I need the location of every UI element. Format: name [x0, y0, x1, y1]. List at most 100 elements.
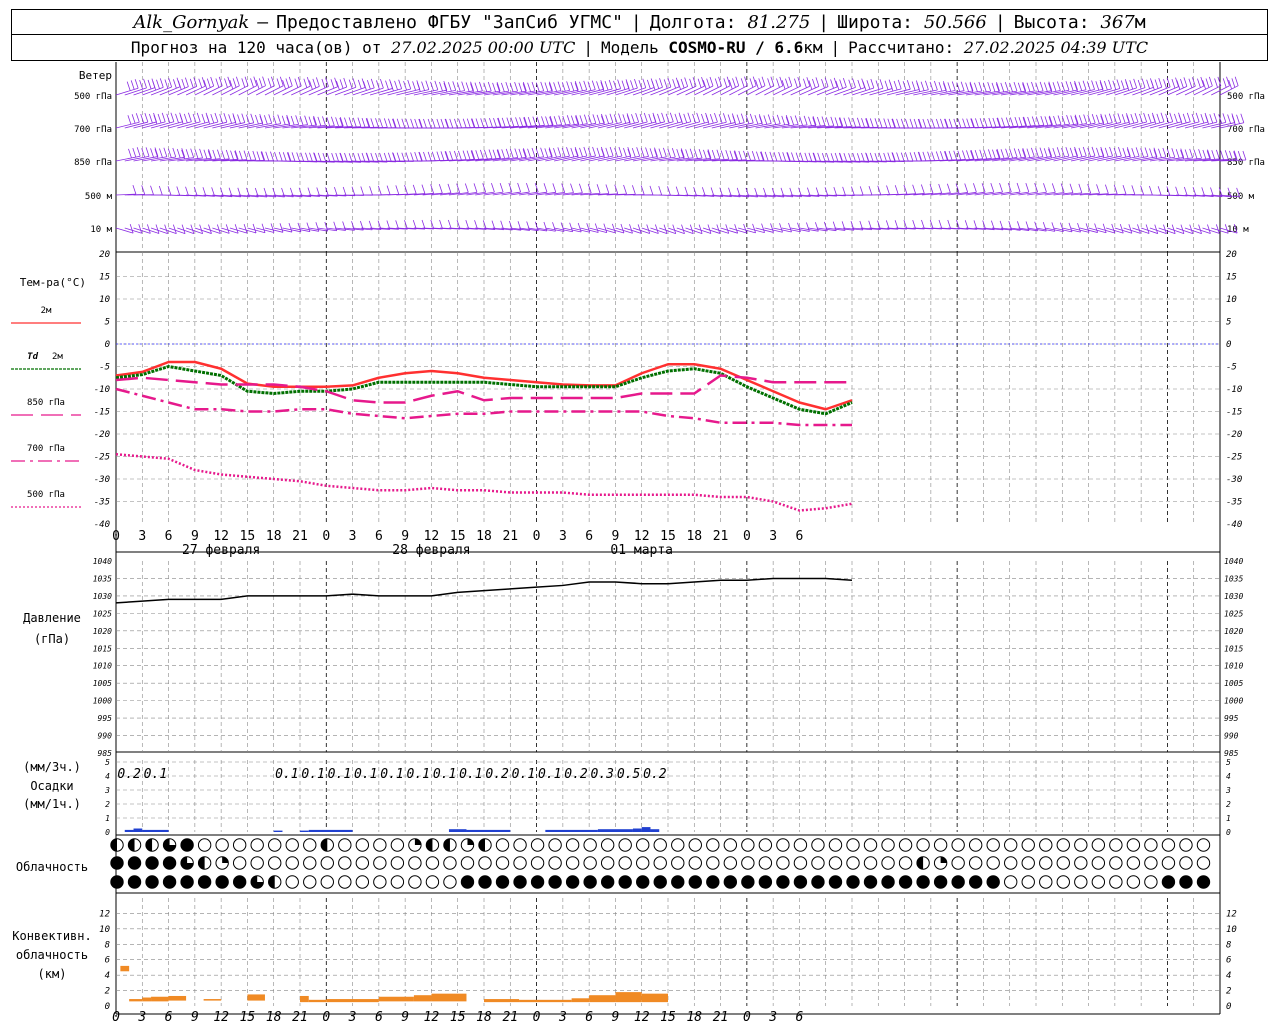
- wind-barb-flag: [375, 118, 379, 128]
- wind-barb-flag: [634, 78, 638, 89]
- hour-tick-bottom: 0: [112, 1010, 120, 1024]
- wind-barb-flag: [687, 112, 692, 122]
- wind-barb-flag: [745, 114, 750, 124]
- wind-barb-flag: [370, 118, 375, 128]
- convective-bar: [308, 999, 327, 1003]
- wind-barb-flag: [596, 81, 600, 91]
- wind-barb-shaft: [711, 85, 731, 96]
- wind-barb-flag: [135, 113, 140, 123]
- cloud-symbol: [776, 856, 790, 870]
- wind-barb-flag: [419, 118, 423, 129]
- hour-tick-bottom: 12: [213, 1010, 229, 1024]
- wind-barb-flag: [716, 149, 721, 159]
- cloud-fill: [198, 856, 205, 870]
- wind-barb-flag: [603, 223, 608, 233]
- wind-barb-flag: [288, 222, 293, 233]
- wind-barb-flag: [874, 152, 879, 163]
- pressure-title: Давление: [23, 611, 81, 625]
- wind-barb-flag: [631, 185, 636, 195]
- cloud-fill: [443, 838, 450, 852]
- wind-barb-flag: [159, 148, 163, 158]
- cloud-symbol: [127, 856, 142, 870]
- wind-barb-flag: [185, 77, 189, 87]
- wind-barb-shaft: [1184, 85, 1204, 96]
- conv-units: (км): [38, 967, 67, 981]
- cloud-symbol: [548, 856, 562, 870]
- wind-barb-flag: [505, 148, 510, 158]
- cloud-symbol: [1161, 838, 1176, 852]
- wind-barb-flag: [1057, 81, 1061, 91]
- wind-barb-flag: [714, 78, 719, 88]
- wind-barb-flag: [261, 223, 266, 233]
- temp-ytick-right: 10: [1226, 295, 1237, 305]
- wind-barb-flag: [444, 118, 449, 129]
- wind-barb-flag: [794, 78, 798, 88]
- wind-barb-flag: [414, 118, 419, 129]
- wind-barb-shaft: [729, 227, 747, 234]
- cloud-symbol: [180, 838, 194, 852]
- hour-tick: 3: [349, 529, 357, 544]
- wind-barb-flag: [608, 79, 613, 90]
- hour-tick-bottom: 3: [137, 1010, 146, 1024]
- wind-barb-flag: [553, 82, 558, 92]
- pressure-ytick-right: 1025: [1224, 609, 1243, 618]
- wind-barb-flag: [540, 81, 545, 92]
- cloud-symbol: [881, 856, 895, 870]
- wind-barb-flag: [623, 184, 627, 195]
- temp-ytick: -10: [94, 385, 110, 395]
- wind-barb-flag: [544, 148, 549, 158]
- hour-tick-bottom: 6: [585, 1010, 593, 1024]
- wind-barb-flag: [458, 118, 462, 128]
- wind-barb-flag: [906, 80, 911, 90]
- wind-barb-flag: [562, 115, 567, 126]
- cloud-symbol: [110, 875, 124, 889]
- wind-barb-flag: [944, 118, 949, 129]
- wind-barb-flag: [605, 147, 610, 158]
- wind-barb-flag: [484, 149, 488, 160]
- pressure-ytick-right: 995: [1224, 714, 1239, 723]
- wind-barb-flag: [672, 224, 677, 234]
- wind-barb-flag: [127, 115, 132, 125]
- wind-barb-flag: [729, 150, 734, 160]
- wind-barb-flag: [548, 147, 553, 157]
- wind-barb-flag: [1066, 115, 1070, 125]
- precip-amount-label: 0.2: [485, 767, 509, 782]
- wind-barb-flag: [933, 80, 938, 91]
- wind-barb-flag: [618, 113, 622, 123]
- wind-barb-flag: [790, 116, 795, 126]
- precip-amount-label: 0.1: [144, 767, 167, 782]
- wind-barb-flag: [1222, 78, 1227, 88]
- wind-barb-flag: [130, 80, 135, 90]
- wind-barb-flag: [1188, 78, 1193, 88]
- wind-barb-flag: [727, 114, 732, 124]
- wind-barb-flag: [304, 115, 308, 125]
- wind-barb-flag: [675, 186, 680, 196]
- wind-barb-flag: [601, 113, 605, 124]
- wind-barb-flag: [698, 148, 703, 159]
- wind-barb-flag: [1216, 149, 1220, 160]
- wind-barb-flag: [1193, 149, 1198, 159]
- wind-barb-flag: [635, 113, 640, 123]
- convective-bar: [378, 996, 414, 1002]
- wind-barb-flag: [1163, 224, 1167, 234]
- cloud-symbol: [338, 856, 352, 870]
- wind-barb-flag: [1135, 147, 1140, 157]
- wind-barb-flag: [1082, 146, 1087, 157]
- wind-barb-flag: [439, 81, 443, 92]
- precip-amount-label: 0.2: [564, 767, 588, 782]
- wind-barb-flag: [1157, 186, 1162, 196]
- wind-barb-flag: [431, 118, 436, 129]
- wind-barb-flag: [1043, 82, 1048, 92]
- wind-barb-flag: [596, 147, 601, 157]
- wind-barb-flag: [255, 114, 259, 125]
- pressure-ytick-right: 1005: [1224, 679, 1243, 688]
- wind-barb-flag: [709, 76, 714, 87]
- wind-barb-flag: [170, 112, 175, 122]
- wind-barb-flag: [629, 224, 633, 234]
- wind-barb-flag: [1095, 81, 1100, 91]
- hour-tick-bottom: 0: [743, 1010, 751, 1024]
- wind-barb-flag: [583, 114, 588, 124]
- wind-barb-flag: [1126, 147, 1131, 157]
- wind-barb-flag: [421, 184, 426, 194]
- wind-barb-flag: [1091, 114, 1096, 124]
